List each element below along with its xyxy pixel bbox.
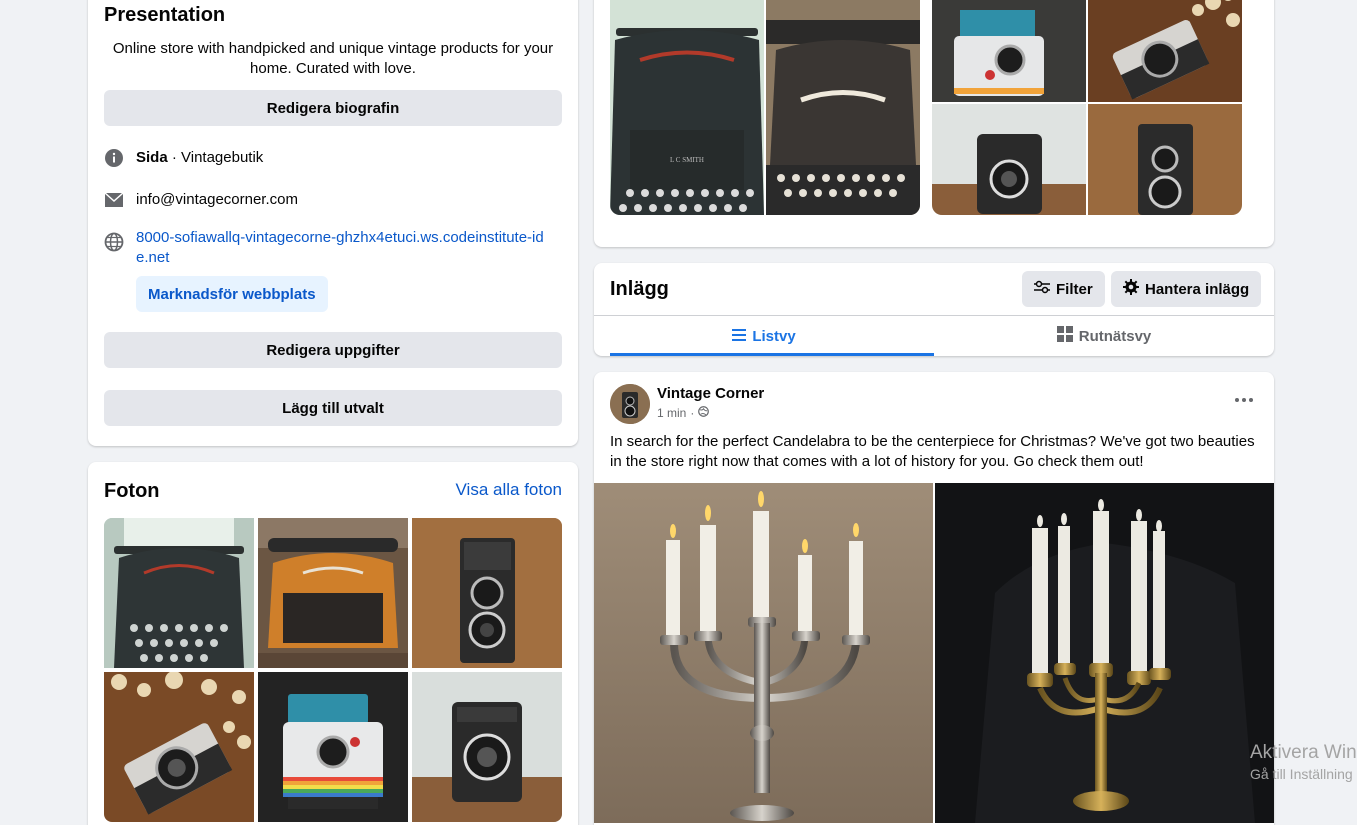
- post-image[interactable]: [594, 483, 933, 825]
- website-link[interactable]: 8000-sofiawallq-vintagecorne-ghzhx4etuci…: [136, 228, 546, 268]
- watermark-line1: Aktivera Win: [1250, 742, 1357, 763]
- bio-text: Online store with handpicked and unique …: [112, 40, 554, 77]
- svg-text:L C SMITH: L C SMITH: [670, 156, 704, 164]
- photo-thumbnail[interactable]: [412, 672, 562, 822]
- featured-photo: [1088, 104, 1242, 215]
- photos-title: Foton: [104, 480, 160, 502]
- filter-label: Filter: [1056, 280, 1093, 298]
- intro-title: Presentation: [104, 4, 226, 26]
- filter-button[interactable]: Filter: [1022, 271, 1105, 307]
- mail-icon: [104, 190, 124, 210]
- tab-grid-label: Rutnätsvy: [1078, 327, 1152, 345]
- manage-posts-label: Hantera inlägg: [1145, 280, 1250, 298]
- featured-photo: [1088, 0, 1242, 102]
- edit-details-button[interactable]: Redigera uppgifter: [104, 332, 562, 368]
- post-card: Vintage Corner 1 min · In search for the…: [594, 372, 1274, 825]
- list-icon: [732, 328, 747, 345]
- filter-icon: [1034, 280, 1050, 298]
- post-meta: 1 min ·: [657, 406, 710, 420]
- more-icon[interactable]: [1234, 392, 1254, 403]
- page-type-row: Sida · Vintagebutik: [104, 148, 562, 168]
- page-category: · Vintagebutik: [167, 149, 264, 166]
- website-row: 8000-sofiawallq-vintagecorne-ghzhx4etuci…: [104, 228, 562, 268]
- add-featured-button[interactable]: Lägg till utvalt: [104, 390, 562, 426]
- posts-header-card: Inlägg Filter Hantera inlägg Listvy Rutn…: [594, 263, 1274, 356]
- tab-grid-view[interactable]: Rutnätsvy: [934, 316, 1274, 356]
- featured-photo: L C SMITH: [610, 0, 764, 215]
- featured-photo: [932, 0, 1086, 102]
- page-type-label: Sida: [136, 149, 168, 166]
- public-icon: [698, 406, 710, 420]
- post-author[interactable]: Vintage Corner: [657, 385, 764, 402]
- photo-thumbnail[interactable]: [104, 518, 254, 668]
- edit-bio-button[interactable]: Redigera biografin: [104, 90, 562, 126]
- see-all-photos-link[interactable]: Visa alla foton: [456, 480, 562, 500]
- tab-list-view[interactable]: Listvy: [594, 316, 934, 356]
- photos-card: Foton Visa alla foton: [88, 462, 578, 825]
- gear-icon: [1123, 279, 1139, 299]
- featured-photo: [766, 0, 920, 215]
- avatar[interactable]: [610, 384, 650, 424]
- posts-title: Inlägg: [610, 278, 669, 300]
- photo-thumbnail[interactable]: [104, 672, 254, 822]
- view-tabs: Listvy Rutnätsvy: [594, 315, 1274, 356]
- info-icon: [104, 148, 124, 168]
- windows-activation-watermark: Aktivera Win Gå till Inställning: [1250, 742, 1357, 782]
- post-image[interactable]: [935, 483, 1274, 825]
- photo-thumbnail[interactable]: [412, 518, 562, 668]
- photo-grid: [104, 518, 562, 822]
- photo-thumbnail[interactable]: [258, 672, 408, 822]
- post-images: [594, 483, 1274, 823]
- promote-website-button[interactable]: Marknadsför webbplats: [136, 276, 328, 312]
- grid-icon: [1056, 326, 1073, 346]
- photo-thumbnail[interactable]: [258, 518, 408, 668]
- featured-collection-typewriters[interactable]: L C SMITH: [610, 0, 920, 215]
- featured-card: L C SMITH: [594, 0, 1274, 247]
- tab-list-label: Listvy: [752, 327, 796, 345]
- featured-collection-cameras[interactable]: [932, 0, 1242, 215]
- post-time[interactable]: 1 min: [657, 406, 686, 420]
- email-text: info@vintagecorner.com: [136, 191, 298, 208]
- post-text: In search for the perfect Candelabra to …: [610, 433, 1255, 470]
- globe-icon: [104, 232, 124, 252]
- intro-card: Presentation Online store with handpicke…: [88, 0, 578, 446]
- featured-photo: [932, 104, 1086, 215]
- email-row: info@vintagecorner.com: [104, 190, 562, 210]
- watermark-line2: Gå till Inställning: [1250, 766, 1353, 782]
- manage-posts-button[interactable]: Hantera inlägg: [1111, 271, 1262, 307]
